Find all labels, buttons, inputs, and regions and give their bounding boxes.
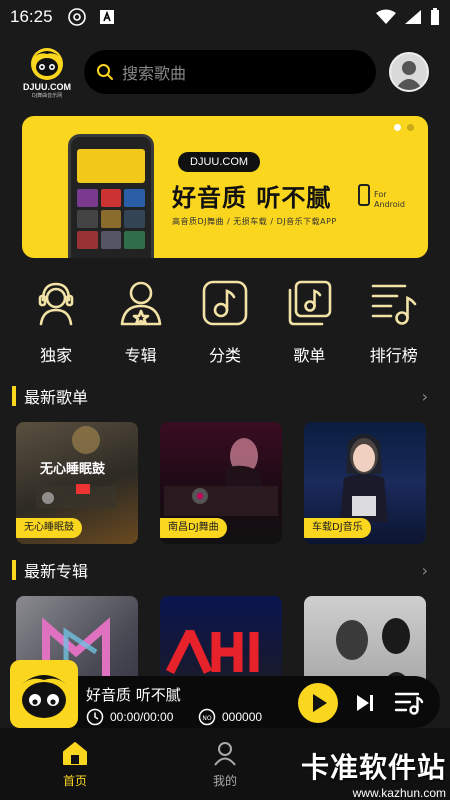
banner-platform: For Android xyxy=(374,190,405,210)
category-playlist[interactable]: 歌单 xyxy=(279,278,339,368)
banner-dot-1[interactable] xyxy=(394,124,401,131)
font-a-icon xyxy=(99,10,114,24)
section-title: 最新歌单 xyxy=(24,388,89,407)
chevron-right-icon[interactable]: › xyxy=(422,387,428,406)
card-tag: 车载DJ音乐 xyxy=(304,518,371,538)
section-latest-albums: 最新专辑 › xyxy=(12,558,428,582)
nav-mine[interactable]: 我的 xyxy=(150,728,300,800)
playlist-card[interactable]: 车载DJ音乐 xyxy=(304,422,426,544)
status-bar: 16:25 xyxy=(0,0,450,34)
category-genre[interactable]: 分类 xyxy=(195,278,255,368)
music-note-square-icon xyxy=(202,280,248,326)
category-nav: 独家 专辑 分类 歌单 排行榜 xyxy=(0,278,450,368)
section-accent-bar xyxy=(12,560,16,580)
search-icon xyxy=(97,64,113,80)
logo-face-icon xyxy=(22,675,66,718)
card-tag: 南昌DJ舞曲 xyxy=(160,518,227,538)
banner-domain: DJUU.COM xyxy=(178,152,261,172)
next-track-button[interactable] xyxy=(354,692,376,714)
playlist-card[interactable]: 无心睡眠鼓 无心睡眠鼓 xyxy=(16,422,138,544)
banner-android-line: Android xyxy=(374,200,405,209)
player-cover[interactable] xyxy=(10,660,78,728)
number-icon: NO xyxy=(198,708,216,726)
search-input[interactable]: 搜索歌曲 xyxy=(84,50,376,94)
watermark-title: 卡准软件站 xyxy=(300,751,446,784)
category-label: 分类 xyxy=(208,346,241,365)
play-button[interactable] xyxy=(298,683,338,723)
logo-text: DJUU.COM xyxy=(22,82,71,92)
battery-icon xyxy=(431,8,439,25)
nav-label: 我的 xyxy=(212,774,237,788)
watermark: 卡准软件站 www.kazhun.com xyxy=(301,746,446,800)
promo-banner[interactable]: DJUU.COM 好音质 听不腻 For Android 高音质DJ舞曲 / 无… xyxy=(22,116,428,258)
card-overlay-text: 无心睡眠鼓 xyxy=(40,462,106,477)
category-label: 排行榜 xyxy=(369,346,418,365)
mini-player[interactable]: 好音质 听不腻 00:00/00:00 NO 000000 xyxy=(10,660,440,728)
avatar[interactable] xyxy=(389,52,429,92)
clock-icon xyxy=(86,708,104,726)
logo-face-icon xyxy=(31,48,63,80)
player-song-title: 好音质 听不腻 xyxy=(86,686,181,704)
svg-text:NO: NO xyxy=(202,715,211,722)
header: DJUU.COM DJ舞曲音乐网 搜索歌曲 xyxy=(0,44,450,104)
chevron-right-icon[interactable]: › xyxy=(422,561,428,580)
banner-dot-2[interactable] xyxy=(407,124,414,131)
status-time: 16:25 xyxy=(10,7,53,26)
playlist-card[interactable]: 南昌DJ舞曲 xyxy=(160,422,282,544)
signal-icon xyxy=(405,10,421,24)
phone-icon xyxy=(358,184,370,206)
person-star-icon xyxy=(120,281,161,326)
play-icon xyxy=(313,694,327,712)
ranking-list-icon xyxy=(371,284,417,325)
logo-subtext: DJ舞曲音乐网 xyxy=(31,93,63,99)
user-icon xyxy=(214,742,236,766)
banner-for-line: For xyxy=(374,190,387,199)
watermark-url: www.kazhun.com xyxy=(352,786,446,800)
nav-home[interactable]: 首页 xyxy=(0,728,150,800)
headphones-person-icon xyxy=(38,282,74,326)
banner-pagination xyxy=(394,124,414,131)
category-album[interactable]: 专辑 xyxy=(111,278,171,368)
section-latest-playlists: 最新歌单 › xyxy=(12,384,428,408)
category-label: 歌单 xyxy=(293,346,326,365)
wifi-icon xyxy=(376,9,396,24)
app-logo[interactable]: DJUU.COM DJ舞曲音乐网 xyxy=(18,46,76,100)
stacked-music-icon xyxy=(289,280,332,326)
category-exclusive[interactable]: 独家 xyxy=(26,278,86,368)
nav-label: 首页 xyxy=(62,774,87,788)
banner-phone-image xyxy=(68,134,154,258)
category-label: 独家 xyxy=(40,346,73,365)
user-icon xyxy=(395,61,423,90)
category-label: 专辑 xyxy=(124,346,157,365)
player-play-count: 000000 xyxy=(222,710,263,724)
category-ranking[interactable]: 排行榜 xyxy=(364,278,424,368)
playlist-row: 无心睡眠鼓 无心睡眠鼓 南昌DJ舞曲 车载DJ音乐 xyxy=(16,422,426,544)
banner-headline: 好音质 听不腻 xyxy=(172,184,332,212)
player-time: 00:00/00:00 xyxy=(110,710,174,724)
home-icon xyxy=(63,742,87,765)
banner-tagline: 高音质DJ舞曲 / 无损车载 / DJ音乐下载APP xyxy=(172,217,337,226)
card-tag: 无心睡眠鼓 xyxy=(16,518,82,538)
section-title: 最新专辑 xyxy=(24,562,89,581)
vinyl-icon xyxy=(67,8,86,26)
section-accent-bar xyxy=(12,386,16,406)
search-placeholder: 搜索歌曲 xyxy=(122,64,187,83)
playlist-button[interactable] xyxy=(394,690,424,716)
